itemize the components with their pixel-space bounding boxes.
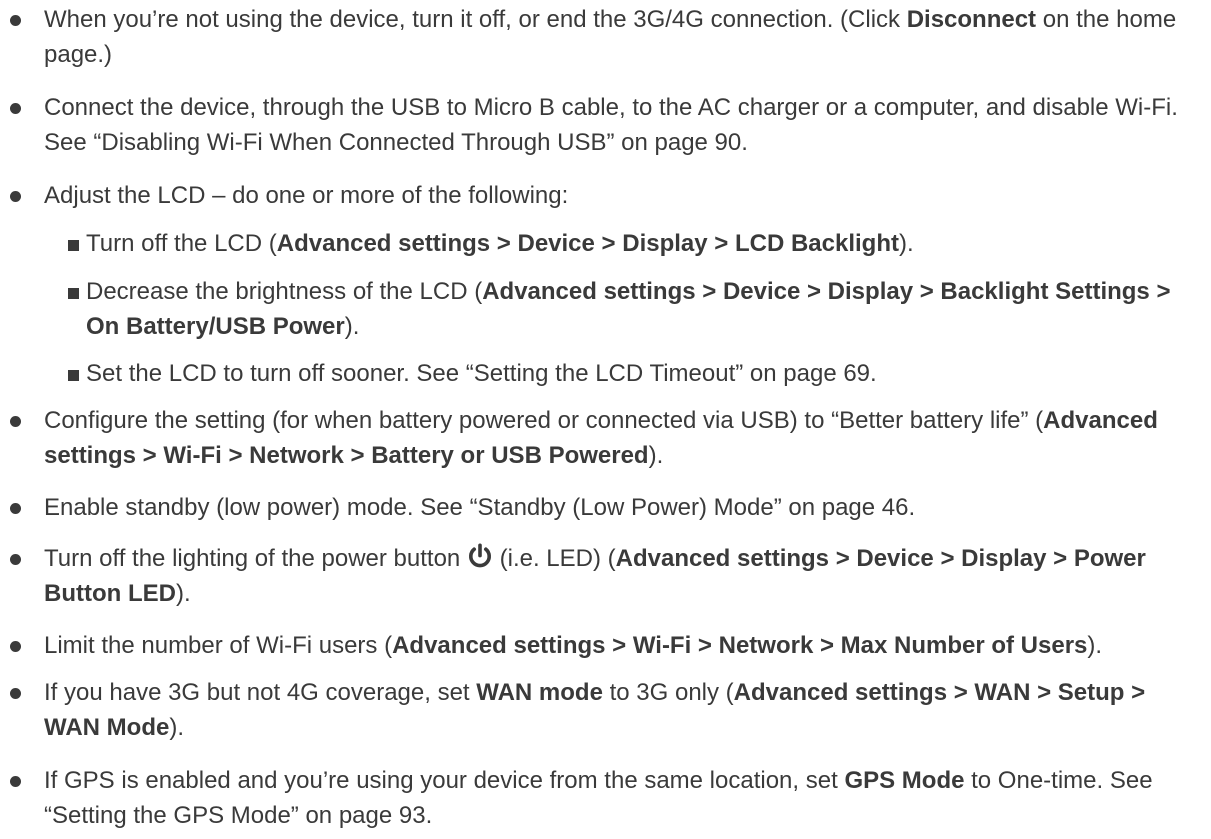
- bullet-text: Connect the device, through the USB to M…: [44, 90, 1205, 160]
- bullet-text: Limit the number of Wi-Fi users (Advance…: [44, 628, 1205, 663]
- bullet-dot: [10, 503, 21, 514]
- text-run: Decrease the brightness of the LCD (: [86, 278, 483, 305]
- text-run: (i.e. LED) (: [492, 545, 616, 572]
- menu-path: Advanced settings > Device > Display > L…: [276, 230, 899, 257]
- square-bullet: [68, 370, 79, 381]
- square-bullet: [68, 240, 79, 251]
- bullet-text: Configure the setting (for when battery …: [44, 403, 1205, 473]
- bullet-text: If GPS is enabled and you’re using your …: [44, 763, 1205, 833]
- bullet-dot: [10, 103, 21, 114]
- bullet-text: When you’re not using the device, turn i…: [44, 2, 1205, 72]
- text-run: Adjust the LCD – do one or more of the f…: [44, 182, 569, 209]
- text-run: Connect the device, through the USB to M…: [44, 94, 1178, 156]
- bullet-dot: [10, 191, 21, 202]
- text-run: Configure the setting (for when battery …: [44, 407, 1044, 434]
- text-run: ).: [344, 313, 360, 340]
- bullet-text: Turn off the lighting of the power butto…: [44, 541, 1205, 611]
- text-run: ).: [1087, 632, 1103, 659]
- bullet-dot: [10, 688, 21, 699]
- power-icon: [468, 543, 491, 568]
- ui-term-gps-mode: GPS Mode: [844, 767, 965, 794]
- text-run: If GPS is enabled and you’re using your …: [44, 767, 845, 794]
- text-run: When you’re not using the device, turn i…: [44, 6, 907, 33]
- bullet-dot: [10, 15, 21, 26]
- text-run: ).: [648, 442, 664, 469]
- bullet-text: Adjust the LCD – do one or more of the f…: [44, 178, 1205, 213]
- bullet-dot: [10, 641, 21, 652]
- text-run: Enable standby (low power) mode. See “St…: [44, 494, 916, 521]
- ui-term-disconnect: Disconnect: [906, 6, 1037, 33]
- square-bullet: [68, 288, 79, 299]
- document-page: When you’re not using the device, turn i…: [0, 0, 1211, 839]
- text-run: ).: [169, 714, 184, 741]
- subitem-text: Set the LCD to turn off sooner. See “Set…: [86, 356, 1205, 391]
- bullet-dot: [10, 416, 21, 427]
- text-run: Turn off the lighting of the power butto…: [44, 545, 467, 572]
- text-run: Set the LCD to turn off sooner. See “Set…: [86, 360, 877, 387]
- ui-term-wan-mode: WAN mode: [476, 679, 603, 706]
- text-run: to 3G only (: [602, 679, 734, 706]
- text-run: Limit the number of Wi-Fi users (: [44, 632, 393, 659]
- text-run: If you have 3G but not 4G coverage, set: [44, 679, 477, 706]
- bullet-dot: [10, 776, 21, 787]
- text-run: Turn off the LCD (: [86, 230, 277, 257]
- text-run: ).: [898, 230, 914, 257]
- bullet-text: If you have 3G but not 4G coverage, set …: [44, 675, 1205, 745]
- bullet-dot: [10, 554, 21, 565]
- text-run: ).: [175, 580, 191, 607]
- menu-path: Advanced settings > Wi-Fi > Network > Ma…: [392, 632, 1088, 659]
- subitem-text: Turn off the LCD (Advanced settings > De…: [86, 226, 1205, 261]
- bullet-text: Enable standby (low power) mode. See “St…: [44, 490, 1205, 525]
- subitem-text: Decrease the brightness of the LCD (Adva…: [86, 274, 1205, 344]
